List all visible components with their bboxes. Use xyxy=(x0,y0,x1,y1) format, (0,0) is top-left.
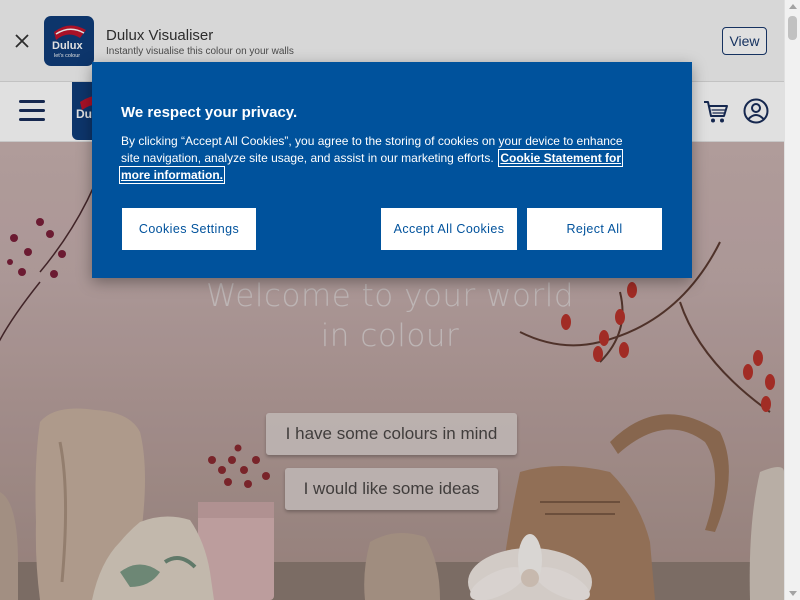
page-scrollbar[interactable] xyxy=(784,0,800,600)
scroll-thumb[interactable] xyxy=(788,16,797,40)
scroll-down-arrow-icon[interactable] xyxy=(789,591,797,596)
cookie-title: We respect your privacy. xyxy=(121,104,298,121)
cookie-description: By clicking “Accept All Cookies”, you ag… xyxy=(118,133,641,184)
scroll-up-arrow-icon[interactable] xyxy=(789,4,797,9)
reject-all-button[interactable]: Reject All xyxy=(527,208,662,250)
accept-all-cookies-button[interactable]: Accept All Cookies xyxy=(381,208,517,250)
cookies-settings-button[interactable]: Cookies Settings xyxy=(122,208,256,250)
cookie-consent-dialog: We respect your privacy. By clicking “Ac… xyxy=(92,62,692,278)
